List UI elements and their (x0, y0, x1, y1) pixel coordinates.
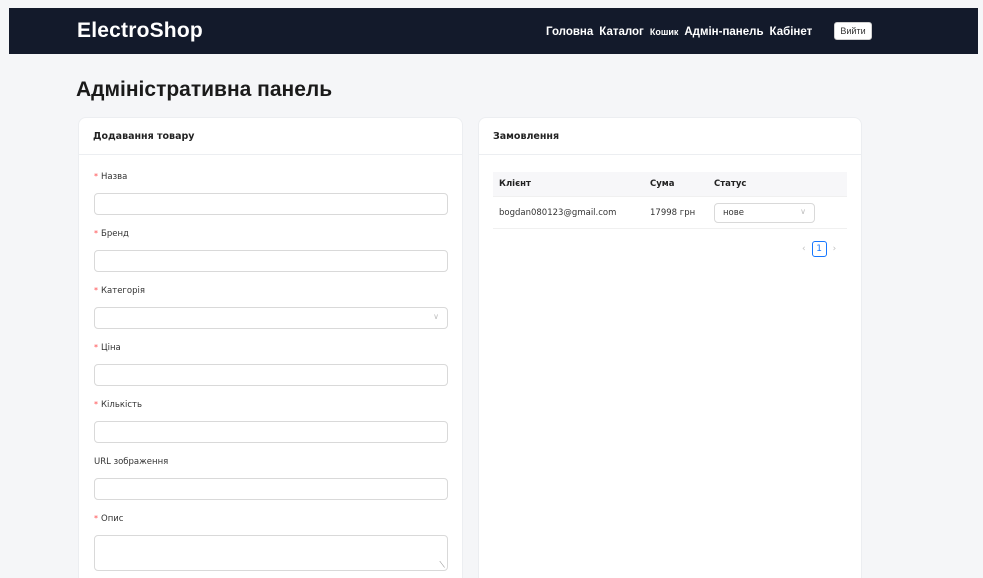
site-logo[interactable]: ElectroShop (77, 19, 203, 43)
required-mark: * (94, 229, 98, 238)
table-row: bogdan080123@gmail.com 17998 грн нове ∨ (493, 197, 847, 229)
add-product-card-title: Додавання товару (79, 118, 462, 155)
image-url-label: URL зображення (94, 457, 169, 467)
category-label: * Категорія (94, 286, 145, 296)
column-header-status: Статус (714, 179, 747, 189)
orders-table: Клієнт Сума Статус bogdan080123@gmail.co… (493, 172, 847, 229)
name-label: * Назва (94, 172, 128, 182)
description-label: * Опис (94, 514, 124, 524)
image-url-input[interactable] (94, 478, 448, 500)
category-form-item: * Категорія ∨ (94, 286, 448, 329)
brand-form-item: * Бренд (94, 229, 448, 272)
chevron-right-icon[interactable]: › (833, 244, 837, 254)
name-input[interactable] (94, 193, 448, 215)
order-status-value: нове (723, 207, 744, 218)
name-form-item: * Назва (94, 172, 448, 215)
orders-card-title: Замовлення (479, 118, 861, 155)
required-mark: * (94, 172, 98, 181)
nav-links: Головна Каталог Кошик Адмін-панель Кабін… (546, 24, 818, 40)
column-header-sum: Сума (650, 179, 675, 189)
page-title: Адміністративна панель (76, 78, 333, 101)
table-header: Клієнт Сума Статус (493, 172, 847, 197)
brand-label: * Бренд (94, 229, 129, 239)
quantity-form-item: * Кількість (94, 400, 448, 443)
pagination: ‹ 1 › (802, 241, 836, 257)
price-label: * Ціна (94, 343, 121, 353)
nav-admin-link[interactable]: Адмін-панель (684, 26, 763, 38)
chevron-left-icon[interactable]: ‹ (802, 244, 806, 254)
quantity-input[interactable] (94, 421, 448, 443)
description-textarea[interactable]: ⃥ (94, 535, 448, 571)
brand-input[interactable] (94, 250, 448, 272)
column-header-client: Клієнт (499, 179, 531, 189)
description-form-item: *Опис ⃥ (94, 514, 448, 571)
required-mark: * (94, 286, 98, 295)
nav-cabinet-link[interactable]: Кабінет (770, 26, 813, 38)
order-status-select[interactable]: нове ∨ (714, 202, 815, 223)
category-select[interactable]: ∨ (94, 307, 448, 329)
page-number-button[interactable]: 1 (811, 241, 827, 257)
price-form-item: * Ціна (94, 343, 448, 386)
add-product-card: Додавання товару * Назва * Бренд * Категорі… (78, 117, 463, 578)
order-client: bogdan080123@gmail.com (499, 207, 617, 218)
required-mark: * (94, 400, 98, 409)
quantity-label: * Кількість (94, 400, 142, 410)
nav-cart-link[interactable]: Кошик (650, 27, 679, 37)
order-status-cell: нове ∨ (711, 202, 847, 223)
price-input[interactable] (94, 364, 448, 386)
chevron-down-icon: ∨ (800, 206, 806, 216)
chevron-down-icon: ∨ (433, 312, 439, 321)
nav-catalog-link[interactable]: Каталог (599, 26, 644, 38)
image-url-form-item: URL зображення (94, 457, 448, 500)
order-sum: 17998 грн (650, 207, 696, 218)
orders-card: Замовлення Клієнт Сума Статус bogdan0801… (478, 117, 862, 578)
nav-home-link[interactable]: Головна (546, 26, 593, 38)
required-mark: * (94, 514, 98, 523)
required-mark: * (94, 343, 98, 352)
top-navbar: ElectroShop Головна Каталог Кошик Адмін-… (9, 8, 978, 54)
logout-button[interactable]: Вийти (834, 22, 872, 40)
